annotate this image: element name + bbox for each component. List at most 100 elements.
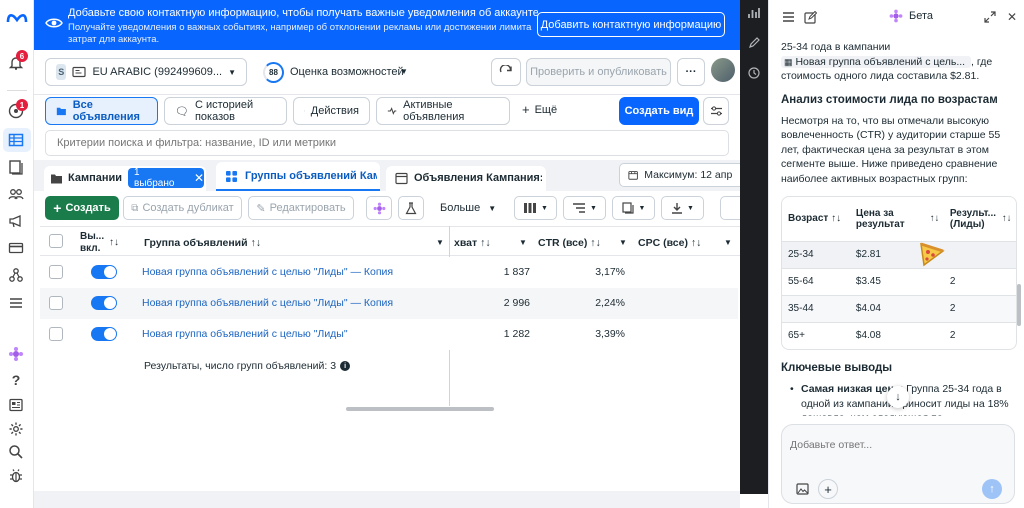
row-checkbox[interactable]	[49, 327, 63, 341]
add-attachment-button[interactable]: +	[818, 479, 838, 499]
chevron-down-icon[interactable]: ▼	[400, 67, 408, 76]
col-header-ctr[interactable]: CTR (все) ↑↓	[538, 237, 601, 249]
horizontal-scrollbar[interactable]	[346, 407, 494, 411]
create-button[interactable]: + Создать	[45, 196, 119, 220]
col-header-results-label: Результ... (Лиды)	[949, 207, 996, 230]
view-active-ads[interactable]: Активные объявления	[376, 97, 510, 125]
reply-box: + ↑	[781, 424, 1015, 504]
refresh-button[interactable]	[491, 58, 521, 86]
view-actions[interactable]: Действия	[293, 97, 370, 125]
selected-chip[interactable]: 1 выбрано ✕	[128, 167, 204, 189]
tab-campaigns[interactable]: Кампании 1 выбрано ✕	[44, 166, 206, 191]
meta-logo[interactable]	[5, 10, 29, 26]
test-button[interactable]	[398, 196, 424, 220]
col-dropdown-icon[interactable]: ▼	[619, 238, 627, 247]
ai-assistant-icon[interactable]	[7, 345, 25, 363]
user-avatar[interactable]	[711, 58, 735, 82]
eye-icon	[44, 13, 64, 33]
history-clock-icon[interactable]	[747, 66, 761, 80]
date-range-picker[interactable]: Максимум: 12 апр 20	[619, 163, 740, 187]
review-publish-button[interactable]: Проверить и опубликовать	[526, 58, 671, 86]
col-header-reach[interactable]: хват ↑↓	[454, 237, 491, 249]
menu-icon[interactable]	[7, 294, 25, 312]
bullet-dot: •	[790, 383, 794, 395]
row-toggle[interactable]	[91, 265, 117, 279]
adset-name-link[interactable]: Новая группа объявлений с целью "Лиды" —…	[142, 297, 393, 309]
reports-button[interactable]: ▼	[612, 196, 655, 220]
col-dropdown-icon[interactable]: ▼	[519, 238, 527, 247]
adset-name-link[interactable]: Новая группа объявлений с целью "Лиды" —…	[142, 266, 393, 278]
close-icon[interactable]: ✕	[1005, 10, 1019, 24]
table-row[interactable]: Новая группа объявлений с целью "Лиды" 1…	[40, 319, 738, 350]
image-attach-icon[interactable]	[794, 481, 810, 497]
adset-name-link[interactable]: Новая группа объявлений с целью "Лиды"	[142, 328, 348, 340]
sort-icon[interactable]: ↑↓	[109, 237, 119, 248]
bug-report-icon[interactable]	[7, 467, 25, 485]
clear-selection-icon[interactable]: ✕	[194, 171, 204, 185]
table-row[interactable]: Новая группа объявлений с целью "Лиды" —…	[40, 257, 738, 288]
search-icon[interactable]	[7, 443, 25, 461]
scroll-down-button[interactable]: ↓	[887, 386, 909, 408]
edit-button[interactable]: ✎ Редактировать	[248, 196, 354, 220]
expand-icon[interactable]	[983, 10, 997, 24]
opportunity-score-ring[interactable]: 88	[263, 62, 284, 83]
help-icon[interactable]: ?	[7, 371, 25, 389]
sort-icon[interactable]: ↑↓	[930, 197, 944, 241]
columns-button[interactable]: ▼	[514, 196, 557, 220]
col-dropdown-icon[interactable]: ▼	[724, 238, 732, 247]
billing-icon[interactable]	[7, 239, 25, 257]
chevron-down-icon: ▼	[590, 204, 597, 212]
adset-reference-chip[interactable]: ▦ Новая группа объявлений с цель...	[781, 55, 972, 68]
more-actions-dropdown[interactable]: Больше ▼	[440, 202, 496, 214]
view-settings-button[interactable]	[703, 97, 729, 125]
row-checkbox[interactable]	[49, 265, 63, 279]
menu-icon[interactable]	[781, 10, 795, 24]
view-more[interactable]: + Ещё	[522, 103, 557, 116]
new-chat-icon[interactable]	[803, 10, 817, 24]
pizza-sticker-icon	[917, 238, 947, 268]
overflow-button[interactable]	[720, 196, 740, 220]
insights-chart-icon[interactable]	[747, 6, 761, 20]
reports-icon	[621, 202, 634, 214]
opportunity-score-label[interactable]: Оценка возможностей	[290, 66, 404, 78]
sort-icon[interactable]: ↑↓	[1002, 197, 1016, 241]
col-header-onoff[interactable]: Вы... вкл.	[80, 231, 108, 255]
tab-adsets[interactable]: Группы объявлений Кам	[216, 162, 380, 191]
info-icon[interactable]: i	[340, 361, 351, 371]
col-dropdown-icon[interactable]: ▼	[436, 238, 444, 247]
more-options-button[interactable]: ···	[677, 58, 705, 86]
tab-ads[interactable]: Объявления Кампания:	[386, 166, 546, 191]
row-checkbox[interactable]	[49, 296, 63, 310]
row-toggle[interactable]	[91, 327, 117, 341]
table-row: 35-44 $4.04 2	[782, 294, 1016, 322]
add-contact-info-button[interactable]: Добавить контактную информацию	[537, 12, 725, 37]
assistant-scrollbar[interactable]	[1017, 284, 1021, 326]
breakdown-button[interactable]: ▼	[563, 196, 606, 220]
megaphone-icon[interactable]	[7, 212, 25, 230]
chat-scroll-area[interactable]: 25-34 года в кампании ▦ Новая группа объ…	[781, 34, 1017, 416]
ai-tools-button[interactable]	[366, 196, 392, 220]
audiences-icon[interactable]	[7, 185, 25, 203]
row-toggle[interactable]	[91, 296, 117, 310]
export-button[interactable]: ▼	[661, 196, 704, 220]
settings-gear-icon[interactable]	[7, 420, 25, 438]
col-header-name[interactable]: Группа объявлений ↑↓	[144, 237, 261, 249]
duplicate-button[interactable]: ⧉ Создать дубликат	[123, 196, 242, 220]
account-selector[interactable]: S EU ARABIC (992499609... ▼	[45, 58, 247, 86]
select-all-checkbox[interactable]	[49, 234, 63, 248]
view-impression-history[interactable]: 🗨 С историей показов	[164, 97, 287, 125]
pages-icon[interactable]	[7, 158, 25, 176]
actions-icon	[304, 110, 305, 112]
events-manager-icon[interactable]	[7, 266, 25, 284]
view-all-ads[interactable]: Все объявления	[45, 97, 158, 125]
col-header-cpc[interactable]: CPC (все) ↑↓	[638, 237, 701, 249]
table-row[interactable]: Новая группа объявлений с целью "Лиды" —…	[40, 288, 738, 319]
send-button[interactable]: ↑	[982, 479, 1002, 499]
search-filter-input[interactable]	[45, 130, 729, 156]
pencil-icon[interactable]	[747, 36, 761, 50]
news-icon[interactable]	[7, 396, 25, 414]
sort-icon[interactable]: ↑↓	[831, 213, 841, 224]
ads-manager-table-icon[interactable]	[7, 131, 25, 149]
reply-input[interactable]	[790, 435, 1000, 455]
create-view-button[interactable]: Создать вид	[619, 97, 699, 125]
